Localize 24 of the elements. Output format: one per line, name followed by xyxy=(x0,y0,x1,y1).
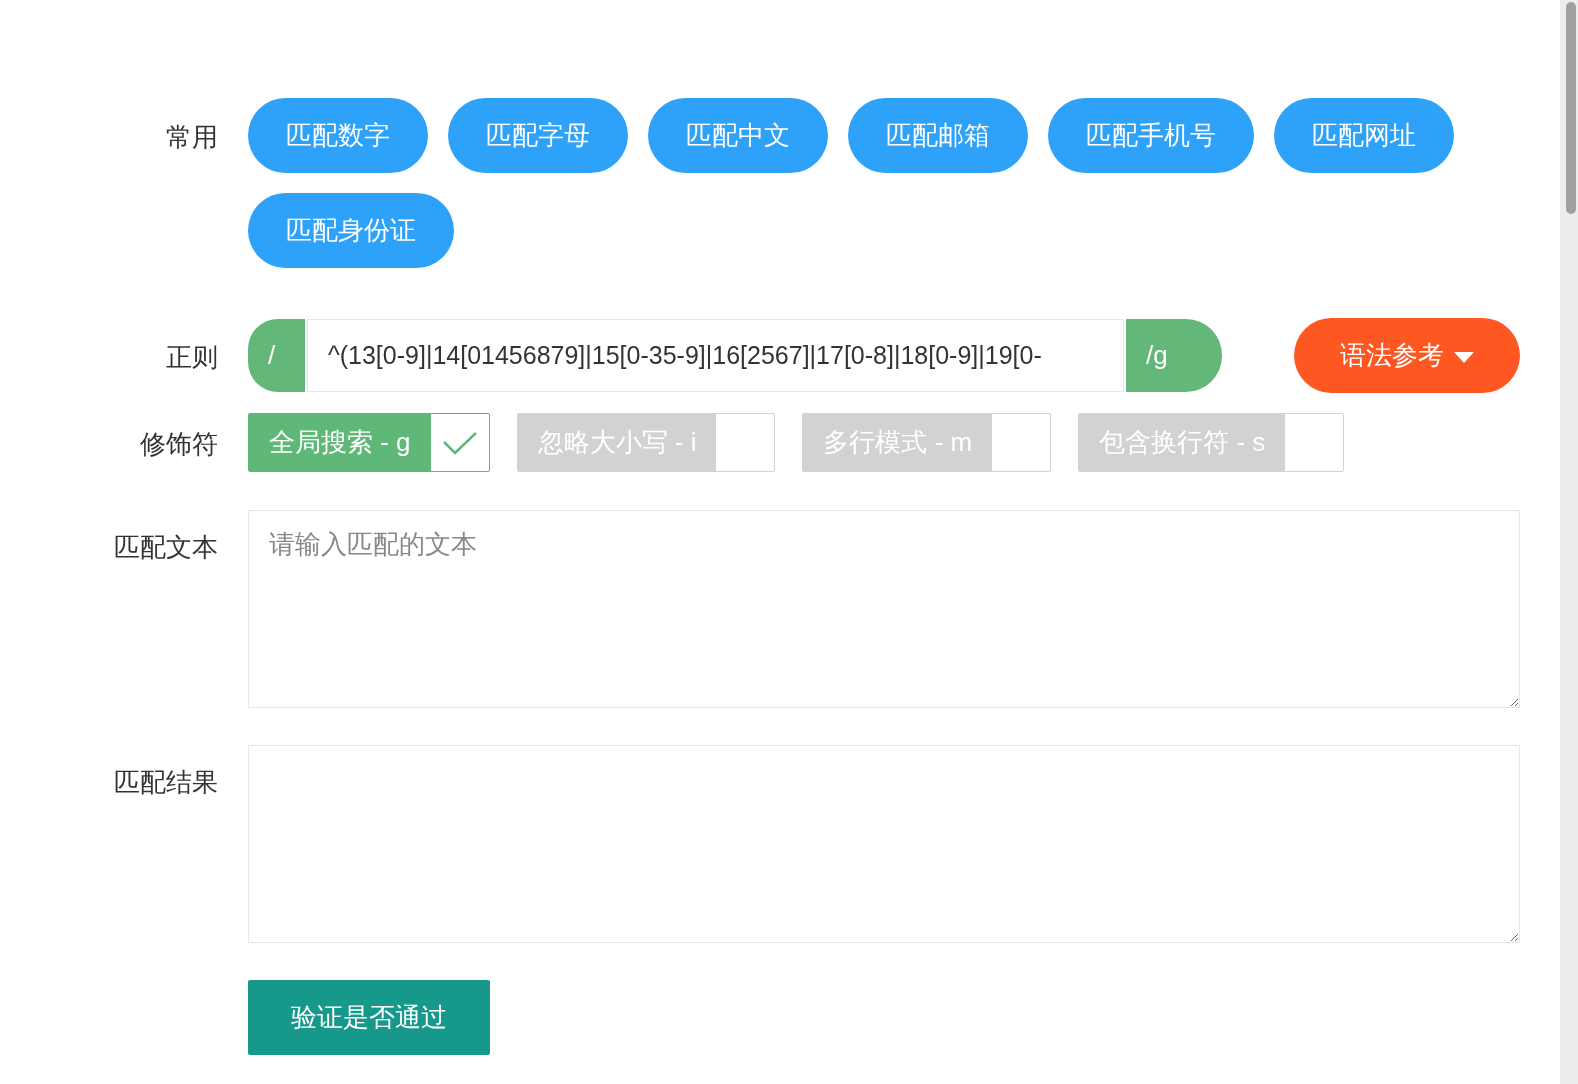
preset-button[interactable]: 匹配数字 xyxy=(248,98,428,173)
regex-field[interactable]: ^(13[0-9]|14[01456879]|15[0-35-9]|16[2567]|17[0-8]|18[0-9]|19[0- xyxy=(307,319,1124,392)
preset-button[interactable]: 匹配字母 xyxy=(448,98,628,173)
regex-flags: /g xyxy=(1126,319,1222,392)
modifier-checkbox[interactable]: 全局搜索 - g xyxy=(248,413,490,472)
regex-prefix: / xyxy=(248,319,305,392)
field-label: 匹配文本 xyxy=(114,532,218,562)
preset-button[interactable]: 匹配网址 xyxy=(1274,98,1454,173)
result-area[interactable] xyxy=(248,745,1520,943)
text-input-area[interactable]: 请输入匹配的文本 xyxy=(248,510,1520,708)
verify-button[interactable]: 验证是否通过 xyxy=(248,980,490,1055)
syntax-dropdown-button[interactable]: 语法参考 xyxy=(1294,318,1520,393)
preset-button[interactable]: 匹配邮箱 xyxy=(848,98,1028,173)
preset-button[interactable]: 匹配身份证 xyxy=(248,193,454,268)
field-label: 修饰符 xyxy=(140,429,218,459)
field-label: 常用 xyxy=(166,122,218,152)
preset-button[interactable]: 匹配中文 xyxy=(648,98,828,173)
preset-button[interactable]: 匹配手机号 xyxy=(1048,98,1254,173)
scrollbar[interactable] xyxy=(1560,0,1578,1084)
field-label: 匹配结果 xyxy=(114,767,218,797)
scrollbar-thumb[interactable] xyxy=(1566,2,1576,214)
check-icon xyxy=(441,429,478,456)
caret-icon xyxy=(1454,351,1474,363)
field-label: 正则 xyxy=(166,342,218,372)
